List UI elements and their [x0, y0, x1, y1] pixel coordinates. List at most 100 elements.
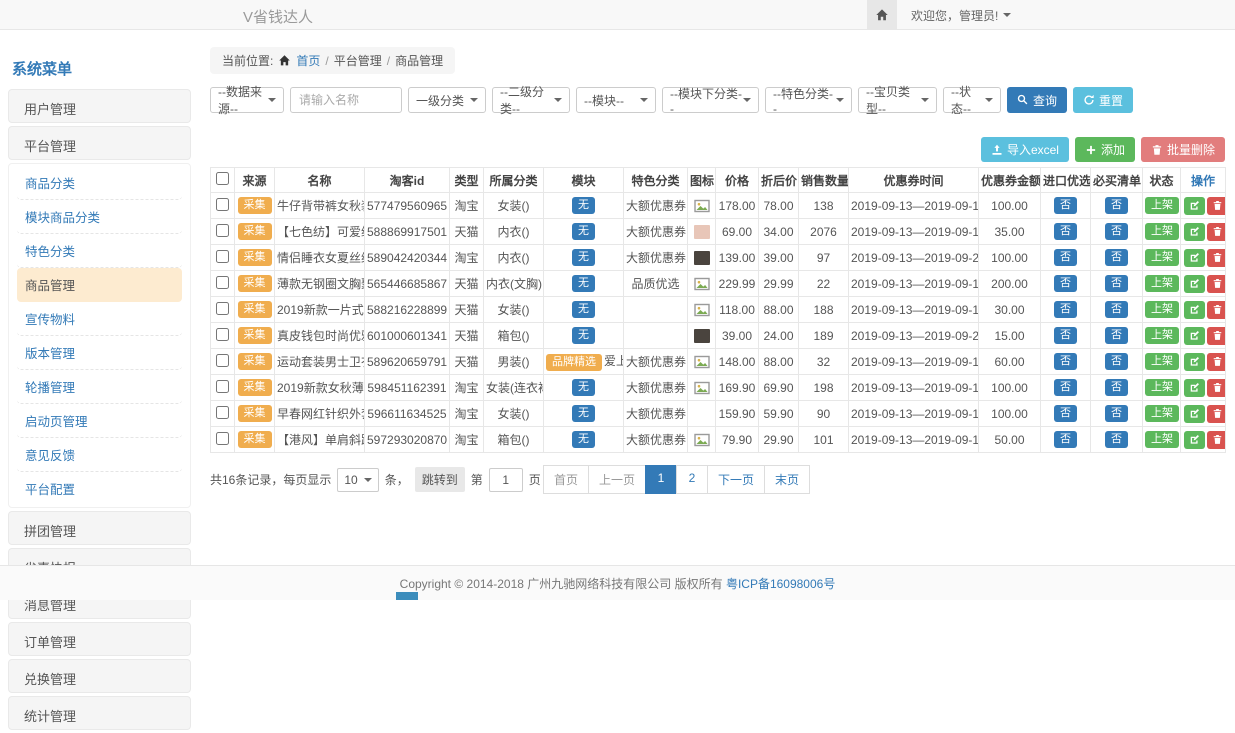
edit-button[interactable] [1184, 379, 1205, 397]
row-checkbox[interactable] [216, 198, 229, 211]
page-2-button[interactable]: 2 [676, 465, 708, 494]
sidebar-item-feedback[interactable]: 意见反馈 [17, 438, 182, 472]
must-buy-badge[interactable]: 否 [1105, 275, 1128, 292]
delete-button[interactable] [1207, 301, 1226, 319]
status-badge[interactable]: 上架 [1145, 405, 1179, 422]
row-checkbox[interactable] [216, 380, 229, 393]
must-buy-badge[interactable]: 否 [1105, 197, 1128, 214]
row-checkbox[interactable] [216, 224, 229, 237]
must-buy-badge[interactable]: 否 [1105, 249, 1128, 266]
status-badge[interactable]: 上架 [1145, 431, 1179, 448]
status-badge[interactable]: 上架 [1145, 223, 1179, 240]
filter-select-module-subcategory[interactable]: --模块下分类-- [662, 87, 759, 113]
sidebar-item-module-product-category[interactable]: 模块商品分类 [17, 200, 182, 234]
imported-badge[interactable]: 否 [1054, 353, 1077, 370]
imported-badge[interactable]: 否 [1054, 327, 1077, 344]
first-page-button[interactable]: 首页 [543, 465, 589, 494]
imported-badge[interactable]: 否 [1054, 275, 1077, 292]
edit-button[interactable] [1184, 431, 1205, 449]
status-badge[interactable]: 上架 [1145, 327, 1179, 344]
status-badge[interactable]: 上架 [1145, 197, 1179, 214]
filter-select-item-type[interactable]: --宝贝类型-- [858, 87, 937, 113]
sidebar-item-order-management[interactable]: 订单管理 [8, 622, 191, 656]
select-all-checkbox[interactable] [216, 172, 229, 185]
import-excel-button[interactable]: 导入excel [981, 137, 1069, 162]
sidebar-item-promo-material[interactable]: 宣传物料 [17, 302, 182, 336]
imported-badge[interactable]: 否 [1054, 301, 1077, 318]
delete-button[interactable] [1207, 379, 1226, 397]
sidebar-item-product-category[interactable]: 商品分类 [17, 166, 182, 200]
imported-badge[interactable]: 否 [1054, 379, 1077, 396]
sidebar-item-platform-management[interactable]: 平台管理 [8, 126, 191, 160]
row-checkbox[interactable] [216, 432, 229, 445]
imported-badge[interactable]: 否 [1054, 249, 1077, 266]
add-button[interactable]: 添加 [1075, 137, 1135, 162]
filter-select-level2-category[interactable]: --二级分类-- [492, 87, 570, 113]
search-button[interactable]: 查询 [1007, 87, 1067, 113]
delete-button[interactable] [1207, 197, 1226, 215]
imported-badge[interactable]: 否 [1054, 431, 1077, 448]
imported-badge[interactable]: 否 [1054, 197, 1077, 214]
per-page-select[interactable]: 10 [337, 468, 378, 492]
edit-button[interactable] [1184, 275, 1205, 293]
imported-badge[interactable]: 否 [1054, 223, 1077, 240]
delete-button[interactable] [1207, 353, 1226, 371]
must-buy-badge[interactable]: 否 [1105, 223, 1128, 240]
sidebar-item-user-management[interactable]: 用户管理 [8, 89, 191, 123]
edit-button[interactable] [1184, 249, 1205, 267]
page-jump-input[interactable] [489, 468, 523, 492]
must-buy-badge[interactable]: 否 [1105, 379, 1128, 396]
edit-button[interactable] [1184, 353, 1205, 371]
row-checkbox[interactable] [216, 276, 229, 289]
sidebar-item-product-management[interactable]: 商品管理 [17, 268, 182, 302]
status-badge[interactable]: 上架 [1145, 379, 1179, 396]
must-buy-badge[interactable]: 否 [1105, 405, 1128, 422]
sidebar-item-version-management[interactable]: 版本管理 [17, 336, 182, 370]
filter-select-status[interactable]: --状态-- [943, 87, 1001, 113]
sidebar-item-splash-page-management[interactable]: 启动页管理 [17, 404, 182, 438]
status-badge[interactable]: 上架 [1145, 249, 1179, 266]
delete-button[interactable] [1207, 327, 1226, 345]
filter-select-level1-category[interactable]: 一级分类 [408, 87, 486, 113]
filter-select-feature-category[interactable]: --特色分类-- [765, 87, 852, 113]
name-search-input[interactable] [290, 87, 402, 113]
sidebar-item-clipped[interactable]: 统计管理 [8, 696, 191, 730]
delete-button[interactable] [1207, 405, 1226, 423]
sidebar-item-exchange-management[interactable]: 兑换管理 [8, 659, 191, 693]
filter-select-data-source[interactable]: --数据来源-- [210, 87, 284, 113]
row-checkbox[interactable] [216, 250, 229, 263]
prev-page-button[interactable]: 上一页 [588, 465, 646, 494]
breadcrumb-home-link[interactable]: 首页 [296, 52, 320, 69]
must-buy-badge[interactable]: 否 [1105, 353, 1128, 370]
last-page-button[interactable]: 末页 [764, 465, 810, 494]
reset-button[interactable]: 重置 [1073, 87, 1133, 113]
status-badge[interactable]: 上架 [1145, 301, 1179, 318]
edit-button[interactable] [1184, 301, 1205, 319]
delete-button[interactable] [1207, 275, 1226, 293]
batch-delete-button[interactable]: 批量删除 [1141, 137, 1225, 162]
row-checkbox[interactable] [216, 406, 229, 419]
page-1-button[interactable]: 1 [645, 465, 677, 494]
row-checkbox[interactable] [216, 354, 229, 367]
sidebar-item-platform-config[interactable]: 平台配置 [17, 472, 182, 505]
sidebar-item-group-buy-management[interactable]: 拼团管理 [8, 511, 191, 545]
must-buy-badge[interactable]: 否 [1105, 431, 1128, 448]
must-buy-badge[interactable]: 否 [1105, 327, 1128, 344]
delete-button[interactable] [1207, 223, 1226, 241]
icp-link[interactable]: 粤ICP备16098006号 [726, 575, 835, 592]
imported-badge[interactable]: 否 [1054, 405, 1077, 422]
must-buy-badge[interactable]: 否 [1105, 301, 1128, 318]
filter-select-module[interactable]: --模块-- [576, 87, 656, 113]
jump-button[interactable]: 跳转到 [415, 467, 465, 492]
sidebar-item-carousel-management[interactable]: 轮播管理 [17, 370, 182, 404]
status-badge[interactable]: 上架 [1145, 353, 1179, 370]
row-checkbox[interactable] [216, 328, 229, 341]
sidebar-item-feature-category[interactable]: 特色分类 [17, 234, 182, 268]
edit-button[interactable] [1184, 223, 1205, 241]
edit-button[interactable] [1184, 197, 1205, 215]
delete-button[interactable] [1207, 431, 1226, 449]
edit-button[interactable] [1184, 405, 1205, 423]
delete-button[interactable] [1207, 249, 1226, 267]
home-button[interactable] [867, 0, 897, 30]
next-page-button[interactable]: 下一页 [707, 465, 765, 494]
